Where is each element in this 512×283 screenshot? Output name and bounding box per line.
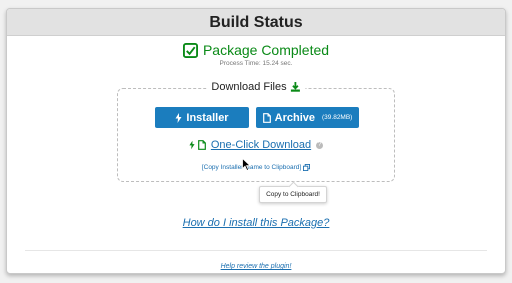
installer-button[interactable]: Installer — [155, 107, 249, 128]
copy-installer-name-label: [Copy Installer Name to Clipboard] — [201, 164, 302, 171]
process-time: Process Time: 15.24 sec. — [219, 60, 293, 67]
one-click-download-row: One-Click Download ? — [118, 139, 394, 151]
install-help-link[interactable]: How do I install this Package? — [7, 217, 505, 229]
status-text: Package Completed — [202, 42, 330, 58]
checkbox-check-icon — [182, 42, 198, 58]
archive-size: (39.82MB) — [322, 114, 353, 121]
copy-icon — [303, 164, 311, 171]
archive-button[interactable]: Archive (39.82MB) — [256, 107, 359, 128]
bolt-icon — [189, 140, 195, 150]
copy-installer-name-link[interactable]: [Copy Installer Name to Clipboard] — [118, 164, 394, 171]
file-icon — [197, 140, 206, 150]
download-icon — [291, 82, 301, 92]
status-line: Package Completed — [7, 42, 505, 58]
bolt-icon — [175, 112, 182, 123]
file-archive-icon — [262, 112, 271, 123]
review-plugin-link[interactable]: Help review the plugin! — [7, 263, 505, 270]
download-files-label: Download Files — [211, 81, 287, 93]
build-status-panel: Build Status Package Completed Process T… — [6, 8, 506, 274]
installer-label: Installer — [186, 111, 229, 124]
help-icon[interactable]: ? — [316, 141, 324, 149]
divider — [25, 250, 487, 251]
one-click-download-link[interactable]: One-Click Download — [211, 139, 311, 151]
panel-title: Build Status — [7, 9, 505, 36]
archive-label: Archive — [274, 111, 315, 124]
copy-tooltip: Copy to Clipboard! — [259, 186, 327, 203]
download-files-legend: Download Files — [206, 81, 306, 93]
mouse-pointer-icon — [242, 158, 251, 171]
download-files-box: Download Files Installer Archive (39.82M… — [117, 81, 395, 182]
